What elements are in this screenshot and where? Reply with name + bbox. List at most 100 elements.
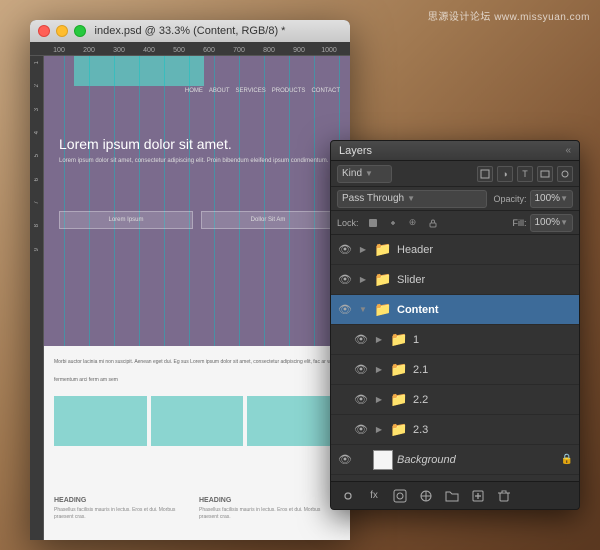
layer-item-content[interactable]: 👁 📁 Content: [331, 295, 579, 325]
delete-layer-button[interactable]: [495, 487, 513, 505]
layers-list[interactable]: 👁 📁 Header 👁 📁 Slider 👁 📁 Content 👁 📁 1: [331, 235, 579, 481]
layers-panel: Layers « Kind ▼ ◑ T: [330, 140, 580, 510]
layer-name-background: Background: [397, 454, 557, 466]
layer-expand-2-3[interactable]: [373, 424, 385, 436]
ruler-tick: 900: [284, 47, 314, 55]
ruler-tick: 300: [104, 47, 134, 55]
canvas-btn-2[interactable]: Dollor Sit Am: [201, 211, 335, 229]
ruler-tick: 800: [254, 47, 284, 55]
window-title: index.psd @ 33.3% (Content, RGB/8) *: [95, 25, 286, 37]
opacity-arrow: ▼: [560, 194, 568, 203]
lock-pixels-btn[interactable]: [365, 215, 381, 231]
layer-expand-1[interactable]: [373, 334, 385, 346]
canvas-heading-block-1: HEADING Phasellus facilisis mauris in le…: [54, 497, 195, 520]
layer-expand-2-1[interactable]: [373, 364, 385, 376]
kind-dropdown[interactable]: Kind ▼: [337, 165, 392, 183]
layer-eye-header[interactable]: 👁: [337, 242, 353, 258]
layer-expand-content[interactable]: [357, 304, 369, 316]
kind-icons: ◑ T: [477, 166, 573, 182]
layer-name-content: Content: [397, 304, 573, 316]
ps-content-area: 1 2 3 4 5 6 7 8 9: [30, 56, 350, 540]
add-adjustment-button[interactable]: [417, 487, 435, 505]
blend-mode-value: Pass Through: [342, 193, 404, 204]
canvas-teal-blocks: [54, 396, 340, 446]
watermark: 思源设计论坛 www.missyuan.com: [428, 8, 590, 23]
kind-smart-btn[interactable]: [557, 166, 573, 182]
new-group-button[interactable]: [443, 487, 461, 505]
layer-eye-content[interactable]: 👁: [337, 302, 353, 318]
layer-expand-header[interactable]: [357, 244, 369, 256]
lock-all-btn[interactable]: [425, 215, 441, 231]
grid-line: [114, 56, 115, 346]
layer-item-header[interactable]: 👁 📁 Header: [331, 235, 579, 265]
fill-input[interactable]: 100% ▼: [530, 214, 574, 232]
canvas-small-text: Morbi auctor lacinia mi non suscipit. Ae…: [54, 350, 340, 386]
add-mask-button[interactable]: [391, 487, 409, 505]
ps-titlebar: index.psd @ 33.3% (Content, RGB/8) *: [30, 20, 350, 42]
canvas-main-heading: Lorem ipsum dolor sit amet.: [59, 136, 335, 152]
ruler-tick: 600: [194, 47, 224, 55]
lock-position-btn[interactable]: [385, 215, 401, 231]
layer-expand-slider[interactable]: [357, 274, 369, 286]
grid-line: [139, 56, 140, 346]
fx-button[interactable]: fx: [365, 487, 383, 505]
heading-label-1: HEADING: [54, 497, 195, 504]
grid-line: [189, 56, 190, 346]
grid-line: [89, 56, 90, 346]
canvas-teal-block-2: [151, 396, 244, 446]
layer-item-background[interactable]: 👁 Background 🔒: [331, 445, 579, 475]
kind-label: Kind: [342, 168, 362, 179]
grid-line: [264, 56, 265, 346]
layer-eye-2-2[interactable]: 👁: [353, 392, 369, 408]
layer-eye-background[interactable]: 👁: [337, 452, 353, 468]
ruler-ticks: 100 200 300 400 500 600 700 800 900 1000: [44, 47, 344, 55]
kind-type-btn[interactable]: T: [517, 166, 533, 182]
photoshop-window: index.psd @ 33.3% (Content, RGB/8) * 100…: [30, 20, 350, 540]
layer-item-2-1[interactable]: 👁 📁 2.1: [331, 355, 579, 385]
layer-item-1[interactable]: 👁 📁 1: [331, 325, 579, 355]
link-layers-button[interactable]: [339, 487, 357, 505]
maximize-button[interactable]: [74, 25, 86, 37]
canvas-btn-1[interactable]: Lorem Ipsum: [59, 211, 193, 229]
layers-panel-title: Layers: [339, 145, 372, 157]
kind-adjustment-btn[interactable]: ◑: [497, 166, 513, 182]
close-button[interactable]: [38, 25, 50, 37]
kind-pixel-btn[interactable]: [477, 166, 493, 182]
fill-group: Fill: 100% ▼: [513, 214, 574, 232]
layer-item-slider[interactable]: 👁 📁 Slider: [331, 265, 579, 295]
layer-eye-2-3[interactable]: 👁: [353, 422, 369, 438]
opacity-input[interactable]: 100% ▼: [530, 190, 574, 208]
layer-eye-2-1[interactable]: 👁: [353, 362, 369, 378]
lock-artboard-btn[interactable]: ⊕: [405, 215, 421, 231]
heading-text-2: Phasellus facilisis mauris in lectus. Er…: [199, 507, 340, 520]
fill-label: Fill:: [513, 218, 527, 228]
minimize-button[interactable]: [56, 25, 68, 37]
layers-collapse-icon[interactable]: «: [565, 145, 571, 156]
ruler-tick: 400: [134, 47, 164, 55]
canvas-purple-section: HOME ABOUT SERVICES PRODUCTS CONTACT Lor…: [44, 56, 350, 346]
new-layer-button[interactable]: [469, 487, 487, 505]
layer-eye-1[interactable]: 👁: [353, 332, 369, 348]
layer-name-2-3: 2.3: [413, 424, 573, 436]
layers-kind-row: Kind ▼ ◑ T: [331, 161, 579, 187]
ruler-tick: 1000: [314, 47, 344, 55]
layers-bottom-toolbar: fx: [331, 481, 579, 509]
blend-mode-dropdown[interactable]: Pass Through ▼: [337, 190, 487, 208]
kind-shape-btn[interactable]: [537, 166, 553, 182]
layer-name-2-2: 2.2: [413, 394, 573, 406]
layer-item-2-3[interactable]: 👁 📁 2.3: [331, 415, 579, 445]
ruler-tick: 700: [224, 47, 254, 55]
grid-line: [289, 56, 290, 346]
layer-expand-2-2[interactable]: [373, 394, 385, 406]
layers-titlebar: Layers «: [331, 141, 579, 161]
kind-dropdown-arrow: ▼: [365, 169, 373, 178]
grid-line: [64, 56, 65, 346]
layer-eye-slider[interactable]: 👁: [337, 272, 353, 288]
grid-line: [239, 56, 240, 346]
layer-lock-icon: 🔒: [561, 454, 573, 465]
canvas-area[interactable]: HOME ABOUT SERVICES PRODUCTS CONTACT Lor…: [44, 56, 350, 540]
layer-item-2-2[interactable]: 👁 📁 2.2: [331, 385, 579, 415]
ruler-tick: 200: [74, 47, 104, 55]
layer-thumb-content: 📁: [373, 300, 393, 320]
layer-name-header: Header: [397, 244, 573, 256]
